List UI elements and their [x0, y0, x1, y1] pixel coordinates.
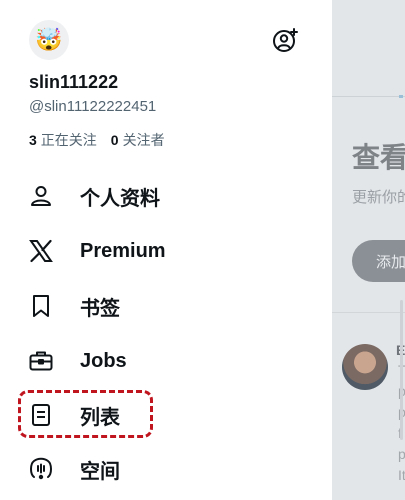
side-drawer: 🤯 slin111222 @slin11122222451 3 正在关注 0 关注者…: [0, 0, 332, 500]
post-text-fragment: It: [398, 467, 405, 483]
post-author-avatar[interactable]: [342, 344, 388, 390]
following-count: 3: [29, 132, 37, 148]
bookmark-icon: [26, 291, 56, 321]
follow-stats: 3 正在关注 0 关注者: [29, 130, 165, 150]
following-label: 正在关注: [40, 132, 97, 148]
menu-item-label: 书签: [80, 297, 120, 320]
menu-item-spaces[interactable]: 空间: [26, 449, 286, 489]
add-account-icon[interactable]: [271, 27, 299, 55]
menu-item-premium[interactable]: Premium: [26, 231, 286, 271]
profile-avatar[interactable]: 🤯: [29, 20, 69, 60]
post-text-fragment: p: [398, 446, 405, 462]
followers-link[interactable]: 0 关注者: [111, 130, 165, 150]
person-icon: [26, 181, 56, 211]
avatar-emoji-icon: 🤯: [35, 27, 63, 52]
add-button[interactable]: 添加: [352, 240, 405, 282]
menu-item-label: Jobs: [80, 349, 127, 372]
lists-highlight-annotation: [18, 390, 153, 438]
active-tab-indicator: [399, 95, 403, 98]
following-link[interactable]: 3 正在关注: [29, 130, 97, 150]
divider: [332, 312, 405, 313]
display-name[interactable]: slin111222: [29, 72, 118, 93]
menu-item-jobs[interactable]: Jobs: [26, 341, 286, 381]
menu-item-label: 空间: [80, 460, 120, 483]
followers-count: 0: [110, 132, 119, 148]
menu-item-label: Premium: [80, 239, 166, 262]
tab-underline: [332, 95, 405, 98]
menu-item-bookmarks[interactable]: 书签: [26, 286, 286, 326]
scrollbar[interactable]: [400, 300, 403, 440]
x-logo-icon: [26, 236, 56, 266]
empty-state-heading: 查看: [352, 142, 405, 173]
user-handle: @slin11122222451: [29, 98, 157, 115]
spaces-icon: [26, 454, 56, 484]
menu-item-label: 个人资料: [80, 187, 160, 210]
briefcase-icon: [26, 346, 56, 376]
followers-label: 关注者: [122, 132, 165, 148]
main-content-overlay[interactable]: 查看 更新你的 添加 E T p p f p It: [332, 0, 405, 500]
empty-state-subtitle: 更新你的: [352, 189, 405, 206]
menu-item-profile[interactable]: 个人资料: [26, 176, 286, 216]
